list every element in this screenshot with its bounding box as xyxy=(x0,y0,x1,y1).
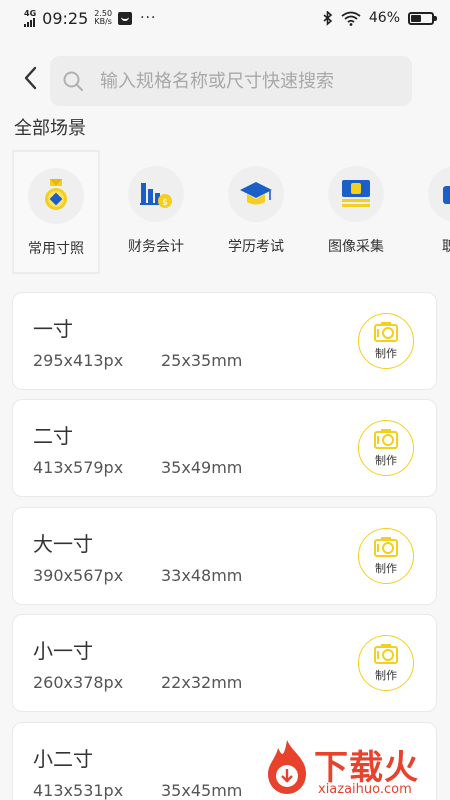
header: 全部场景 常用寸照 $ 财务会计 学历考试 图像采集 xyxy=(0,36,450,286)
size-card-1[interactable]: 二寸 413x579px 35x49mm 制作 xyxy=(12,399,437,497)
size-card-3[interactable]: 小一寸 260x378px 22x32mm 制作 xyxy=(12,614,437,712)
scene-label: 职业 xyxy=(442,239,450,255)
scene-tab-finance[interactable]: $ 财务会计 xyxy=(112,150,200,274)
size-name: 二寸 xyxy=(33,424,73,448)
make-button[interactable]: 制作 xyxy=(358,635,414,691)
bar-chart-coin-icon: $ xyxy=(128,166,184,222)
size-card-2[interactable]: 大一寸 390x567px 33x48mm 制作 xyxy=(12,507,437,605)
scene-label: 财务会计 xyxy=(128,239,184,255)
scene-label: 图像采集 xyxy=(328,239,384,255)
size-mm: 22x32mm xyxy=(161,673,243,692)
more-notifications-icon: ··· xyxy=(140,10,157,26)
id-card-icon xyxy=(328,166,384,222)
network-type: 4G xyxy=(24,8,37,18)
bluetooth-icon xyxy=(323,10,333,26)
make-button[interactable]: 制作 xyxy=(358,528,414,584)
size-mm: 35x49mm xyxy=(161,458,243,477)
scene-tabs: 常用寸照 $ 财务会计 学历考试 图像采集 职业 xyxy=(12,150,450,275)
camera-icon xyxy=(374,429,398,449)
svg-text:$: $ xyxy=(162,198,168,208)
size-px: 413x579px xyxy=(33,458,124,477)
back-button[interactable] xyxy=(18,64,42,92)
make-label: 制作 xyxy=(375,562,397,575)
size-px: 260x378px xyxy=(33,673,124,692)
watermark: 下载火 xiazaihuo.com xyxy=(262,738,450,800)
size-list: 一寸 295x413px 25x35mm 制作 二寸 413x579px 35x… xyxy=(0,286,450,800)
scene-label: 常用寸照 xyxy=(28,241,84,257)
make-label: 制作 xyxy=(375,454,397,467)
flame-logo-icon xyxy=(268,740,306,794)
scene-tab-career[interactable]: 职业 xyxy=(412,150,450,274)
briefcase-icon xyxy=(428,166,450,222)
scene-tab-exam[interactable]: 学历考试 xyxy=(212,150,300,274)
size-mm: 35x45mm xyxy=(161,781,243,800)
make-label: 制作 xyxy=(375,669,397,682)
graduation-cap-icon xyxy=(228,166,284,222)
search-bar[interactable] xyxy=(50,56,412,106)
status-bar: 4G 09:25 2.50 KB/s ··· 46% xyxy=(0,0,450,36)
scene-tab-image[interactable]: 图像采集 xyxy=(312,150,400,274)
size-mm: 25x35mm xyxy=(161,351,243,370)
search-input[interactable] xyxy=(100,70,380,92)
camera-icon xyxy=(374,644,398,664)
net-speed-unit: KB/s xyxy=(94,17,112,26)
size-px: 295x413px xyxy=(33,351,124,370)
size-px: 413x531px xyxy=(33,781,124,800)
app-notification-icon xyxy=(118,11,133,25)
size-card-0[interactable]: 一寸 295x413px 25x35mm 制作 xyxy=(12,292,437,390)
make-label: 制作 xyxy=(375,347,397,360)
battery-icon xyxy=(408,11,437,25)
size-name: 大一寸 xyxy=(33,532,93,556)
size-name: 小一寸 xyxy=(33,639,93,663)
scene-tab-common[interactable]: 常用寸照 xyxy=(12,150,100,274)
make-button[interactable]: 制作 xyxy=(358,420,414,476)
net-speed: 2.50 KB/s xyxy=(94,10,112,26)
medal-icon xyxy=(28,168,84,224)
size-name: 小二寸 xyxy=(33,747,93,771)
scene-label: 学历考试 xyxy=(228,239,284,255)
camera-icon xyxy=(374,322,398,342)
camera-icon xyxy=(374,537,398,557)
battery-percent: 46% xyxy=(368,10,400,26)
size-px: 390x567px xyxy=(33,566,124,585)
make-button[interactable]: 制作 xyxy=(358,313,414,369)
clock: 09:25 xyxy=(42,8,89,28)
search-icon xyxy=(63,71,83,91)
size-mm: 33x48mm xyxy=(161,566,243,585)
watermark-url: xiazaihuo.com xyxy=(318,782,412,797)
chevron-left-icon xyxy=(24,66,37,90)
signal-icon: 4G xyxy=(24,8,37,27)
size-name: 一寸 xyxy=(33,317,73,341)
wifi-icon xyxy=(341,11,361,26)
section-title: 全部场景 xyxy=(14,118,86,139)
